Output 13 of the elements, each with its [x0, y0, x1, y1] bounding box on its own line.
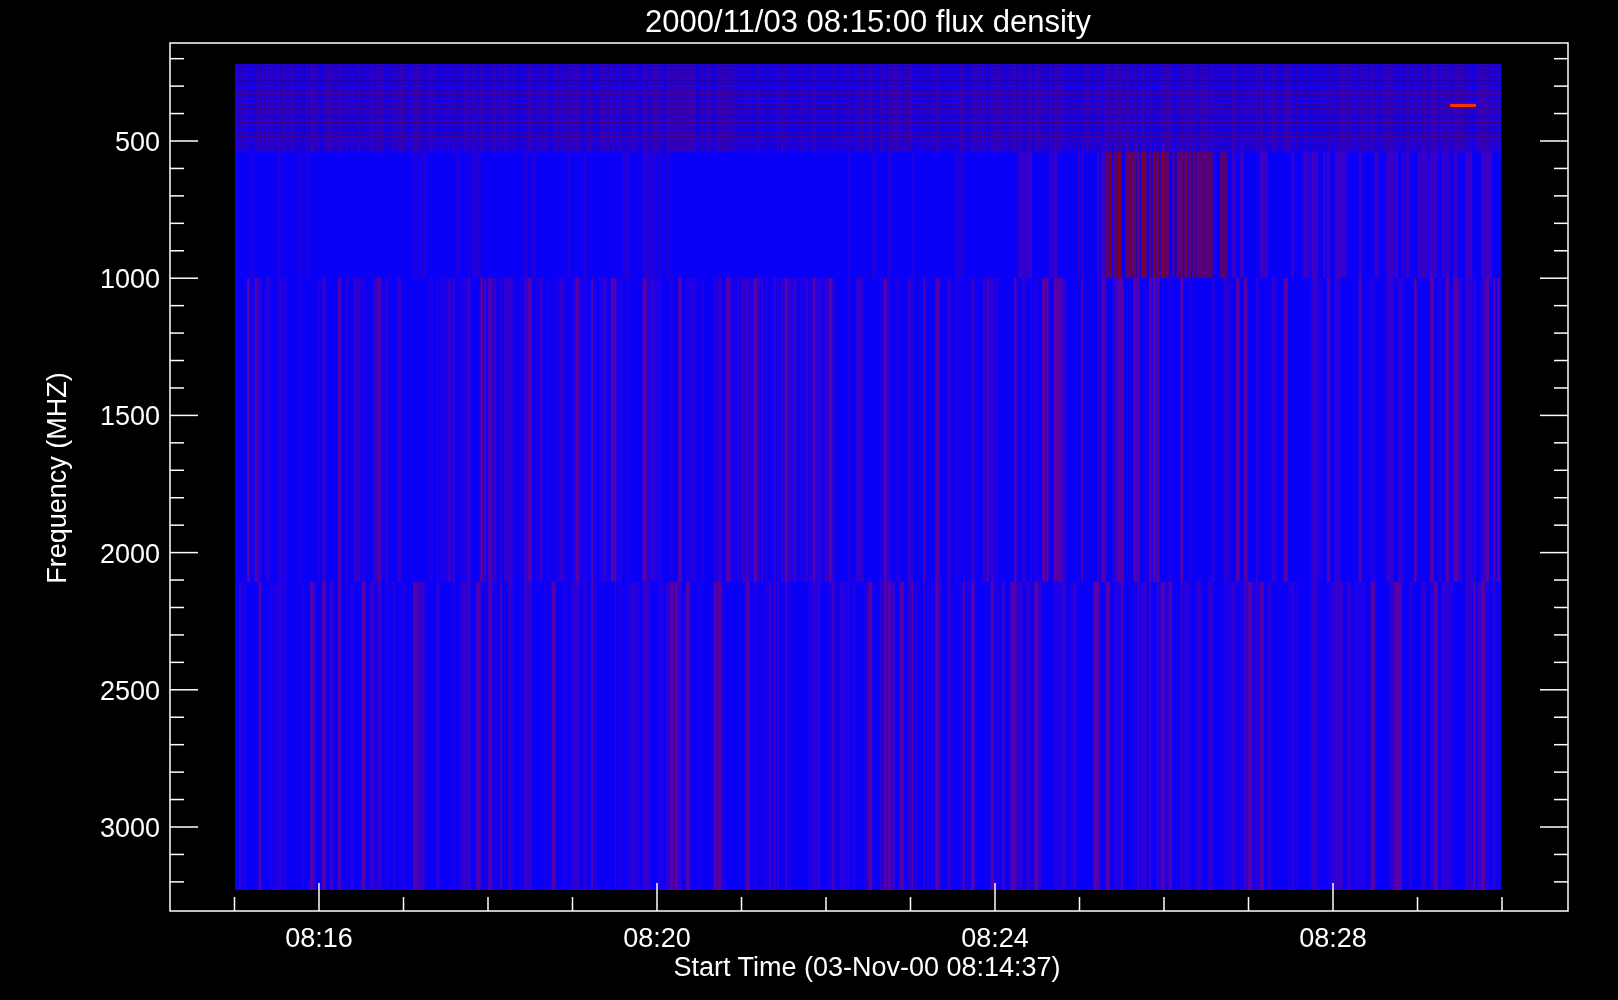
- y-tick-label: 3000: [99, 813, 160, 843]
- x-tick-label: 08:20: [623, 923, 691, 953]
- y-tick-label: 1500: [99, 401, 160, 432]
- plot-title: 2000/11/03 08:15:00 flux density: [645, 4, 1091, 39]
- y-tick-label: 2000: [99, 538, 160, 569]
- x-tick-label: 08:28: [1299, 923, 1367, 953]
- y-tick-label: 2500: [99, 675, 160, 706]
- x-tick-label: 08:16: [285, 923, 353, 953]
- y-tick-label: 500: [114, 127, 160, 157]
- y-axis-label: Frequency (MHZ): [42, 372, 72, 584]
- x-tick-label: 08:24: [961, 923, 1029, 953]
- y-tick-label: 1000: [99, 264, 160, 295]
- x-axis-label: Start Time (03-Nov-00 08:14:37): [673, 952, 1061, 982]
